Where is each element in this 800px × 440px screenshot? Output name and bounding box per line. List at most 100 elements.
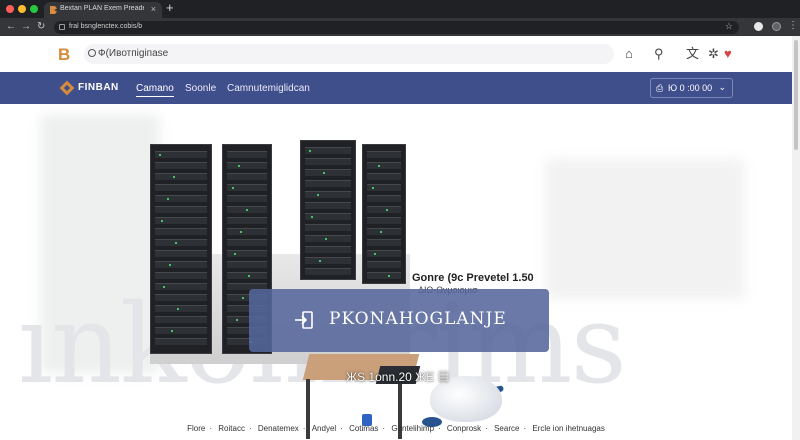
server-led: [171, 330, 173, 332]
server-unit: [155, 305, 207, 312]
server-unit: [305, 180, 351, 187]
footer-link[interactable]: Cotimas: [349, 424, 378, 433]
server-led: [388, 275, 390, 277]
window-minimize-button[interactable]: [18, 5, 26, 13]
server-unit: [155, 272, 207, 279]
new-tab-button[interactable]: +: [166, 1, 174, 15]
server-unit: [367, 162, 401, 169]
search-input[interactable]: Ф(Ивотпіgіпаsе: [98, 48, 168, 59]
footer-link[interactable]: Searce: [494, 424, 519, 433]
favorite-icon[interactable]: ✲: [708, 46, 719, 61]
browser-tab-active[interactable]: Bextan PLAN Exem Preade ×: [44, 2, 162, 18]
browser-toolbar: ← → ↻ fral bsnglenctex.cobis/b ☆ ⋮: [0, 18, 800, 36]
home-icon[interactable]: ⌂: [625, 46, 633, 61]
address-url[interactable]: fral bsnglenctex.cobis/b: [69, 23, 142, 30]
footer-link[interactable]: Ercle ion ihetnuagas: [532, 424, 605, 433]
server-unit: [367, 272, 401, 279]
server-unit: [155, 151, 207, 158]
footer-link[interactable]: Flore: [187, 424, 205, 433]
server-unit: [155, 206, 207, 213]
hero-overlay-title: PKONAHOGLANJE: [329, 309, 507, 329]
server-unit: [367, 261, 401, 268]
footer-link[interactable]: Gontelihimp: [391, 424, 434, 433]
server-led: [236, 319, 238, 321]
server-unit: [155, 195, 207, 202]
heart-icon[interactable]: ♥: [724, 46, 732, 61]
server-led: [167, 198, 169, 200]
footer-link[interactable]: Andyel: [312, 424, 336, 433]
nav-link-1[interactable]: Camano: [136, 83, 174, 97]
server-unit: [227, 250, 267, 257]
server-unit: [367, 195, 401, 202]
server-led: [372, 187, 374, 189]
server-led: [173, 176, 175, 178]
server-unit: [227, 261, 267, 268]
server-unit: [227, 151, 267, 158]
currency-select-value: Ю 0 :00 00: [668, 83, 713, 93]
server-unit: [227, 173, 267, 180]
server-unit: [155, 327, 207, 334]
nav-link-2[interactable]: Soonle: [185, 83, 216, 94]
server-unit: [155, 162, 207, 169]
page-scrollbar-thumb[interactable]: [794, 40, 798, 150]
server-unit: [305, 257, 351, 264]
server-unit: [305, 235, 351, 242]
server-rack: [300, 140, 356, 280]
server-unit: [155, 261, 207, 268]
server-unit: [155, 239, 207, 246]
server-led: [175, 242, 177, 244]
server-unit: [305, 224, 351, 231]
server-unit: [227, 272, 267, 279]
footer-link[interactable]: Roitacc: [218, 424, 245, 433]
footer-link[interactable]: Conprosk: [447, 424, 481, 433]
user-icon[interactable]: ⚲: [654, 46, 664, 61]
brand-logo-icon[interactable]: [59, 80, 75, 96]
address-bar[interactable]: fral bsnglenctex.cobis/b ☆: [54, 21, 739, 34]
site-header: B Ф(Ивотпіgіпаsе ⌂ ⚲ 文 ✲ ♥: [0, 36, 800, 72]
language-icon[interactable]: 文: [686, 46, 699, 61]
reload-icon[interactable]: ↻: [37, 21, 45, 33]
server-led: [317, 194, 319, 196]
tab-close-icon[interactable]: ×: [151, 4, 156, 14]
main-navbar: FINBAN Camano Soonle Camnutemiglidcan ⎙ …: [0, 72, 792, 104]
server-led: [169, 264, 171, 266]
bookmark-star-icon[interactable]: ☆: [725, 21, 733, 32]
server-unit: [155, 250, 207, 257]
server-unit: [155, 184, 207, 191]
browser-menu-icon[interactable]: ⋮: [788, 20, 798, 32]
server-unit: [367, 151, 401, 158]
server-led: [378, 165, 380, 167]
footer-separator: ·: [382, 424, 386, 433]
server-led: [232, 187, 234, 189]
profile-avatar-icon[interactable]: [772, 22, 781, 31]
brand-name[interactable]: FINBAN: [78, 82, 119, 93]
server-unit: [155, 316, 207, 323]
footer-separator: ·: [302, 424, 306, 433]
server-led: [386, 209, 388, 211]
hero-background-shape: [545, 159, 745, 299]
server-unit: [227, 228, 267, 235]
server-unit: [227, 195, 267, 202]
window-maximize-button[interactable]: [30, 5, 38, 13]
site-search-bar[interactable]: Ф(Ивотпіgіпаsе: [84, 44, 614, 64]
hero-overlay-banner[interactable]: PKONAHOGLANJE: [249, 289, 549, 352]
hero-subtitle: Gonre (9c Prevetel 1.50: [412, 272, 534, 284]
back-arrow-icon[interactable]: ←: [6, 21, 16, 33]
nav-link-3[interactable]: Camnutemiglidcan: [227, 83, 310, 94]
site-logo[interactable]: B: [58, 46, 72, 63]
currency-select[interactable]: ⎙ Ю 0 :00 00 ⌄: [650, 78, 733, 98]
footer-link[interactable]: Denatemex: [258, 424, 299, 433]
server-unit: [305, 268, 351, 275]
server-led: [246, 209, 248, 211]
forward-arrow-icon[interactable]: →: [21, 21, 31, 33]
server-led: [309, 150, 311, 152]
extension-icon[interactable]: [754, 22, 763, 31]
search-icon: [88, 49, 96, 57]
server-unit: [305, 191, 351, 198]
lock-icon: [59, 24, 65, 30]
footer-links: Flore · Roitacc · Denatemex · Andyel · Cotim…: [0, 424, 792, 433]
window-close-button[interactable]: [6, 5, 14, 13]
server-unit: [367, 239, 401, 246]
server-led: [380, 231, 382, 233]
browser-tab-strip: Bextan PLAN Exem Preade × +: [0, 0, 800, 18]
